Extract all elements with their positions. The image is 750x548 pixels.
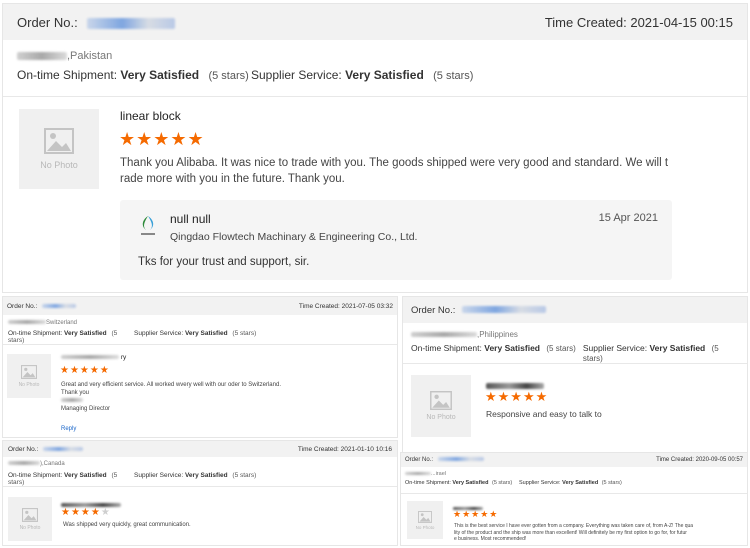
product-star-rating: ★★★★★	[61, 507, 111, 518]
reply-text: Tks for your trust and support, sir.	[138, 256, 310, 268]
buyer-country: ...irael	[401, 467, 747, 479]
review-card-4: Order No.: Time Created: 2021-01-10 10:1…	[2, 440, 398, 546]
review-header: Order No.:	[403, 297, 747, 323]
product-name: linear block	[120, 109, 181, 123]
buyer-name-redacted	[411, 332, 477, 338]
image-placeholder-icon	[44, 128, 74, 154]
divider	[401, 493, 747, 494]
image-placeholder-icon	[22, 507, 38, 522]
review-card-5: Order No.: Time Created: 2020-09-05 00:5…	[400, 452, 748, 546]
review-header: Order No.: Time Created: 2020-09-05 00:5…	[401, 453, 747, 467]
order-number-redacted	[43, 446, 84, 451]
image-placeholder-icon	[21, 364, 37, 379]
product-star-rating: ★★★★★	[119, 129, 205, 149]
order-number-redacted	[437, 457, 484, 462]
divider	[3, 344, 397, 345]
buyer-name-redacted	[405, 472, 431, 476]
order-number-redacted	[87, 17, 176, 29]
buyer-name-redacted	[17, 52, 67, 61]
product-photo-placeholder: No Photo	[407, 501, 443, 539]
ratings-row: On-time Shipment: Very Satisfied (5 star…	[401, 479, 747, 490]
order-number-redacted	[42, 303, 77, 308]
reply-date: 15 Apr 2021	[598, 212, 658, 224]
review-header: Order No.: Time Created: 2021-01-10 10:1…	[3, 441, 397, 457]
image-placeholder-icon	[430, 391, 452, 410]
review-card-2: Order No.: Time Created: 2021-07-05 03:3…	[2, 296, 398, 438]
on-time-shipment-rating: On-time Shipment: Very Satisfied (5 star…	[8, 472, 118, 486]
order-number: Order No.:	[405, 457, 484, 463]
time-created: Time Created: 2021-07-05 03:32	[298, 302, 393, 310]
product-name: ry	[61, 354, 126, 361]
time-created: Time Created: 2021-04-15 00:15	[544, 14, 733, 30]
product-photo-placeholder: No Photo	[7, 354, 51, 398]
review-card-1: Order No.: Time Created: 2021-04-15 00:1…	[2, 3, 748, 293]
review-comment: Responsive and easy to talk to	[486, 409, 602, 419]
ratings-row: On-time Shipment: Very Satisfied (5 star…	[403, 341, 747, 363]
product-name-redacted	[486, 382, 544, 389]
supplier-reply: null null Qingdao Flowtech Machinary & E…	[120, 200, 672, 280]
reply-link[interactable]: Reply	[61, 426, 76, 432]
on-time-shipment-rating: On-time Shipment: Very Satisfied (5 star…	[411, 343, 576, 353]
supplier-service-rating: Supplier Service: Very Satisfied (5 star…	[519, 480, 622, 486]
buyer-name-redacted	[8, 320, 46, 325]
review-header: Order No.: Time Created: 2021-04-15 00:1…	[3, 4, 747, 40]
supplier-service-rating: Supplier Service: Very Satisfied (5 star…	[134, 330, 257, 337]
review-header: Order No.: Time Created: 2021-07-05 03:3…	[3, 297, 397, 315]
ratings-row: On-time Shipment: Very Satisfied (5 star…	[3, 328, 397, 344]
review-comment: This is the best service I have ever got…	[454, 523, 694, 542]
on-time-shipment-rating: On-time Shipment: Very Satisfied (5 star…	[8, 330, 118, 344]
divider	[403, 363, 747, 364]
order-number: Order No.:	[17, 15, 176, 30]
review-comment: Was shipped very quickly, great communic…	[63, 522, 191, 528]
review-comment: Great and very efficient service. All wo…	[61, 382, 281, 412]
order-number: Order No.:	[411, 305, 546, 316]
ratings-row: On-time Shipment: Very Satisfied (5 star…	[3, 66, 747, 90]
buyer-country: Switzerland	[3, 315, 397, 328]
product-photo-placeholder: No Photo	[19, 109, 99, 189]
buyer-country: ),Canada	[3, 457, 397, 470]
product-star-rating: ★★★★★	[60, 365, 110, 376]
time-created: Time Created: 2021-01-10 10:16	[297, 445, 392, 453]
product-star-rating: ★★★★★	[485, 389, 549, 404]
buyer-country: ,Philippines	[403, 323, 747, 341]
reply-company: Qingdao Flowtech Machinary & Engineering…	[170, 231, 418, 243]
product-name-redacted	[61, 355, 119, 360]
time-created: Time Created: 2020-09-05 00:57	[656, 457, 743, 463]
supplier-service-rating: Supplier Service: Very Satisfied (5 star…	[134, 472, 257, 479]
on-time-shipment-rating: On-time Shipment: Very Satisfied (5 star…	[405, 480, 513, 486]
order-number: Order No.:	[8, 446, 84, 453]
product-photo-placeholder: No Photo	[8, 497, 52, 541]
flowtech-logo-icon	[141, 216, 155, 235]
divider	[3, 96, 747, 97]
reply-author: null null	[170, 212, 211, 226]
supplier-service-rating: Supplier Service: Very Satisfied (5 star…	[582, 343, 719, 363]
order-number-redacted	[462, 306, 546, 314]
supplier-service-rating: Supplier Service: Very Satisfied (5 star…	[251, 68, 474, 82]
review-comment: Thank you Alibaba. It was nice to trade …	[120, 157, 669, 185]
product-photo-placeholder: No Photo	[411, 375, 471, 437]
buyer-name-redacted	[8, 461, 40, 466]
order-number: Order No.:	[7, 303, 77, 310]
divider	[3, 486, 397, 487]
signature-name-redacted	[61, 398, 83, 403]
review-card-3: Order No.: ,Philippines On-time Shipment…	[402, 296, 748, 454]
image-placeholder-icon	[418, 510, 432, 523]
product-star-rating: ★★★★★	[453, 509, 499, 519]
ratings-row: On-time Shipment: Very Satisfied (5 star…	[3, 470, 397, 486]
buyer-country: ,Pakistan	[3, 40, 747, 66]
on-time-shipment-rating: On-time Shipment: Very Satisfied (5 star…	[17, 68, 249, 82]
